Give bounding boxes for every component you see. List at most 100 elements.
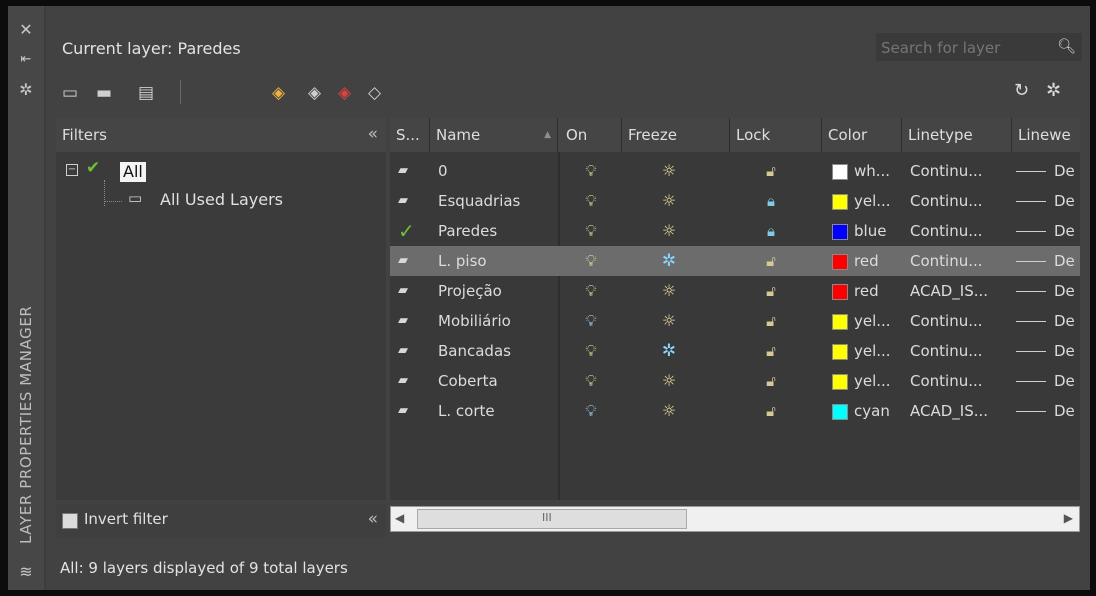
scroll-thumb[interactable]: III: [417, 509, 687, 529]
col-lineweight[interactable]: Linewe: [1012, 118, 1080, 152]
linetype[interactable]: Continu...: [910, 306, 1010, 336]
collapse-icon[interactable]: «: [368, 509, 378, 529]
lineweight[interactable]: De: [1054, 336, 1080, 366]
color-swatch[interactable]: [832, 344, 848, 360]
layer-status-icon[interactable]: ▰: [398, 306, 424, 336]
layer-status-icon[interactable]: ▰: [398, 336, 424, 366]
linetype[interactable]: Continu...: [910, 366, 1010, 396]
invert-filter-checkbox[interactable]: [62, 513, 78, 529]
lineweight[interactable]: De: [1054, 186, 1080, 216]
lightbulb-icon[interactable]: 💡︎: [576, 276, 606, 306]
layer-status-icon[interactable]: ▰: [398, 186, 424, 216]
sun-icon[interactable]: ☼: [646, 156, 692, 186]
layer-name[interactable]: Paredes: [438, 216, 556, 246]
sun-icon[interactable]: ☼: [646, 306, 692, 336]
unlock-icon[interactable]: 🔓︎: [756, 276, 786, 306]
lineweight[interactable]: De: [1054, 366, 1080, 396]
unlock-icon[interactable]: 🔓︎: [756, 156, 786, 186]
lightbulb-icon[interactable]: 💡︎: [576, 396, 606, 426]
search-box[interactable]: 🔍︎: [876, 33, 1082, 63]
lightbulb-icon[interactable]: 💡︎: [576, 156, 606, 186]
col-color[interactable]: Color: [822, 118, 902, 152]
unlock-icon[interactable]: 🔓︎: [756, 306, 786, 336]
layer-status-icon[interactable]: ▰: [398, 246, 424, 276]
delete-layer-icon[interactable]: ◈: [338, 80, 351, 106]
lineweight[interactable]: De: [1054, 396, 1080, 426]
horizontal-scrollbar[interactable]: ◀ III ▶: [390, 506, 1080, 532]
color-swatch[interactable]: [832, 224, 848, 240]
unlock-icon[interactable]: 🔓︎: [756, 246, 786, 276]
lock-icon[interactable]: 🔒︎: [756, 216, 786, 246]
filter-all-used-layers[interactable]: All Used Layers: [160, 190, 283, 209]
layer-name[interactable]: Esquadrias: [438, 186, 556, 216]
sun-icon[interactable]: ☼: [646, 216, 692, 246]
color-swatch[interactable]: [832, 404, 848, 420]
color-name[interactable]: yel...: [854, 306, 904, 336]
layer-name[interactable]: L. piso: [438, 246, 556, 276]
layer-name[interactable]: 0: [438, 156, 556, 186]
color-swatch[interactable]: [832, 254, 848, 270]
table-row[interactable]: ▰ Bancadas 💡︎ ✲ 🔓︎ yel... Continu... De: [390, 336, 1080, 366]
unlock-icon[interactable]: 🔓︎: [756, 396, 786, 426]
color-swatch[interactable]: [832, 194, 848, 210]
color-swatch[interactable]: [832, 284, 848, 300]
new-group-filter-icon[interactable]: ▬: [96, 80, 112, 106]
lightbulb-icon[interactable]: 💡︎: [576, 336, 606, 366]
scroll-left-icon[interactable]: ◀: [395, 511, 404, 525]
unlock-icon[interactable]: 🔓︎: [756, 336, 786, 366]
sun-icon[interactable]: ☼: [646, 276, 692, 306]
color-name[interactable]: cyan: [854, 396, 904, 426]
color-name[interactable]: red: [854, 276, 904, 306]
layer-states-manager-icon[interactable]: ▤: [138, 80, 154, 106]
col-status[interactable]: S...: [390, 118, 430, 152]
lightbulb-icon[interactable]: 💡︎: [576, 186, 606, 216]
table-row[interactable]: ▰ L. corte 💡︎ ☼ 🔓︎ cyan ACAD_IS... De: [390, 396, 1080, 426]
table-row[interactable]: ▰ Mobiliário 💡︎ ☼ 🔓︎ yel... Continu... De: [390, 306, 1080, 336]
color-name[interactable]: yel...: [854, 336, 904, 366]
snowflake-icon[interactable]: ✲: [646, 336, 692, 366]
color-name[interactable]: blue: [854, 216, 904, 246]
linetype[interactable]: ACAD_IS...: [910, 396, 1010, 426]
scroll-right-icon[interactable]: ▶: [1064, 511, 1073, 525]
snowflake-icon[interactable]: ✲: [646, 246, 692, 276]
collapse-icon[interactable]: «: [368, 124, 378, 144]
filter-all[interactable]: All: [120, 162, 146, 182]
lineweight[interactable]: De: [1054, 156, 1080, 186]
layer-status-icon[interactable]: ▰: [398, 156, 424, 186]
search-icon[interactable]: 🔍︎: [1057, 37, 1076, 55]
linetype[interactable]: Continu...: [910, 216, 1010, 246]
settings-icon[interactable]: ✲: [16, 80, 36, 100]
sun-icon[interactable]: ☼: [646, 366, 692, 396]
settings-icon[interactable]: ✲: [1046, 80, 1061, 101]
new-property-filter-icon[interactable]: ▭: [62, 80, 78, 106]
linetype[interactable]: Continu...: [910, 156, 1010, 186]
color-name[interactable]: wh...: [854, 156, 904, 186]
color-swatch[interactable]: [832, 164, 848, 180]
col-freeze[interactable]: Freeze: [622, 118, 730, 152]
table-row[interactable]: ▰ 0 💡︎ ☼ 🔓︎ wh... Continu... De: [390, 156, 1080, 186]
table-row[interactable]: ▰ Coberta 💡︎ ☼ 🔓︎ yel... Continu... De: [390, 366, 1080, 396]
col-name[interactable]: Name ▲: [430, 118, 558, 152]
col-lock[interactable]: Lock: [730, 118, 822, 152]
color-name[interactable]: yel...: [854, 366, 904, 396]
layer-status-icon[interactable]: ▰: [398, 366, 424, 396]
layer-name[interactable]: L. corte: [438, 396, 556, 426]
table-row[interactable]: ▰ Projeção 💡︎ ☼ 🔓︎ red ACAD_IS... De: [390, 276, 1080, 306]
set-current-icon[interactable]: ◇: [368, 80, 381, 106]
lineweight[interactable]: De: [1054, 216, 1080, 246]
layer-name[interactable]: Projeção: [438, 276, 556, 306]
linetype[interactable]: Continu...: [910, 336, 1010, 366]
color-name[interactable]: yel...: [854, 186, 904, 216]
lightbulb-icon[interactable]: 💡︎: [576, 306, 606, 336]
col-on[interactable]: On: [560, 118, 622, 152]
layer-name[interactable]: Bancadas: [438, 336, 556, 366]
table-row[interactable]: ▰ Esquadrias 💡︎ ☼ 🔒︎ yel... Continu... De: [390, 186, 1080, 216]
pin-icon[interactable]: ⇤: [16, 50, 36, 70]
lightbulb-icon[interactable]: 💡︎: [576, 366, 606, 396]
close-icon[interactable]: ✕: [16, 20, 36, 40]
table-row[interactable]: ✓ Paredes 💡︎ ☼ 🔒︎ blue Continu... De: [390, 216, 1080, 246]
unlock-icon[interactable]: 🔓︎: [756, 366, 786, 396]
lightbulb-icon[interactable]: 💡︎: [576, 246, 606, 276]
color-name[interactable]: red: [854, 246, 904, 276]
current-layer-check-icon[interactable]: ✓: [398, 216, 424, 246]
